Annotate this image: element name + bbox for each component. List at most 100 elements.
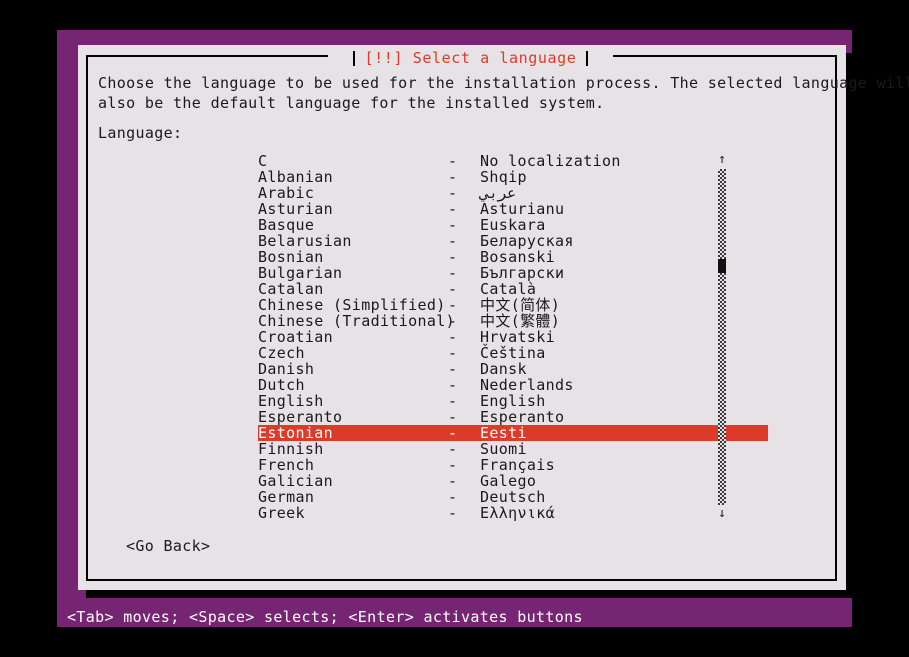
language-list-item[interactable]: C - No localization bbox=[258, 153, 768, 169]
instruction-text: Choose the language to be used for the i… bbox=[98, 74, 909, 112]
select-language-dialog: [!!] Select a language Choose the langua… bbox=[78, 45, 909, 590]
language-list-item[interactable]: German - Deutsch bbox=[258, 489, 768, 505]
language-separator: - bbox=[448, 456, 458, 474]
language-native-name: Български bbox=[480, 264, 565, 282]
language-native-name: English bbox=[480, 392, 546, 410]
language-native-name: Català bbox=[480, 280, 537, 298]
language-native-name: 中文(简体) bbox=[480, 296, 561, 314]
language-list-item[interactable]: Chinese (Simplified) - 中文(简体) bbox=[258, 297, 768, 313]
language-name: Catalan bbox=[258, 280, 324, 298]
dialog-title-bar: [!!] Select a language bbox=[328, 47, 613, 69]
language-separator: - bbox=[448, 360, 458, 378]
language-name: Danish bbox=[258, 360, 315, 378]
language-name: Bulgarian bbox=[258, 264, 343, 282]
language-list-scrollbar[interactable]: ↑ ↓ bbox=[714, 153, 730, 521]
language-list-item[interactable]: French - Français bbox=[258, 457, 768, 473]
language-list-item[interactable]: Dutch - Nederlands bbox=[258, 377, 768, 393]
language-native-name: Shqip bbox=[480, 168, 527, 186]
language-name: Czech bbox=[258, 344, 305, 362]
language-separator: - bbox=[448, 264, 458, 282]
language-native-name: Deutsch bbox=[480, 488, 546, 506]
language-name: C bbox=[258, 152, 268, 170]
language-native-name: Galego bbox=[480, 472, 537, 490]
language-native-name: Esperanto bbox=[480, 408, 565, 426]
language-list-item[interactable]: Catalan - Català bbox=[258, 281, 768, 297]
language-name: English bbox=[258, 392, 324, 410]
language-separator: - bbox=[448, 232, 458, 250]
language-name: Asturian bbox=[258, 200, 334, 218]
language-separator: - bbox=[448, 312, 458, 330]
language-separator: - bbox=[448, 328, 458, 346]
language-list-item[interactable]: Belarusian - Беларуская bbox=[258, 233, 768, 249]
language-separator: - bbox=[448, 280, 458, 298]
language-separator: - bbox=[448, 344, 458, 362]
language-native-name: No localization bbox=[480, 152, 621, 170]
language-native-name: Dansk bbox=[480, 360, 527, 378]
language-name: Chinese (Traditional) bbox=[258, 312, 455, 330]
language-name: Galician bbox=[258, 472, 334, 490]
language-separator: - bbox=[448, 440, 458, 458]
go-back-button[interactable]: <Go Back> bbox=[126, 537, 210, 555]
scrollbar-thumb[interactable] bbox=[718, 259, 726, 274]
language-list[interactable]: C - No localization Albanian - Shqip Arabic - عر… bbox=[258, 153, 768, 521]
language-list-item[interactable]: Danish - Dansk bbox=[258, 361, 768, 377]
language-name: Dutch bbox=[258, 376, 305, 394]
language-separator: - bbox=[448, 184, 458, 202]
language-native-name: Asturianu bbox=[480, 200, 565, 218]
scrollbar-trough[interactable] bbox=[718, 169, 726, 505]
language-list-item[interactable]: Arabic - عربي bbox=[258, 185, 768, 201]
language-name: Belarusian bbox=[258, 232, 352, 250]
language-field-label: Language: bbox=[98, 124, 183, 142]
language-name: Greek bbox=[258, 504, 305, 522]
language-separator: - bbox=[448, 472, 458, 490]
language-list-item[interactable]: Bosnian - Bosanski bbox=[258, 249, 768, 265]
language-separator: - bbox=[448, 248, 458, 266]
language-list-item[interactable]: Asturian - Asturianu bbox=[258, 201, 768, 217]
page-title: [!!] Select a language bbox=[364, 49, 577, 67]
language-separator: - bbox=[448, 296, 458, 314]
language-list-item[interactable]: Bulgarian - Български bbox=[258, 265, 768, 281]
language-name: Croatian bbox=[258, 328, 334, 346]
language-native-name: Ελληνικά bbox=[480, 504, 556, 522]
language-separator: - bbox=[448, 216, 458, 234]
language-name: Bosnian bbox=[258, 248, 324, 266]
language-list-item[interactable]: Croatian - Hrvatski bbox=[258, 329, 768, 345]
language-separator: - bbox=[448, 392, 458, 410]
language-name: Basque bbox=[258, 216, 315, 234]
language-list-item[interactable]: Esperanto - Esperanto bbox=[258, 409, 768, 425]
language-separator: - bbox=[448, 152, 458, 170]
language-native-name: Čeština bbox=[480, 344, 546, 362]
language-list-item[interactable]: English - English bbox=[258, 393, 768, 409]
language-list-item[interactable]: Basque - Euskara bbox=[258, 217, 768, 233]
status-bar: <Tab> moves; <Space> selects; <Enter> ac… bbox=[57, 607, 852, 627]
language-name: Albanian bbox=[258, 168, 334, 186]
language-separator: - bbox=[448, 200, 458, 218]
language-name: German bbox=[258, 488, 315, 506]
language-native-name: 中文(繁體) bbox=[480, 312, 561, 330]
scroll-down-arrow-icon[interactable]: ↓ bbox=[714, 507, 730, 521]
language-separator: - bbox=[448, 408, 458, 426]
language-name: Finnish bbox=[258, 440, 324, 458]
language-native-name: Euskara bbox=[480, 216, 546, 234]
language-list-item[interactable]: Czech - Čeština bbox=[258, 345, 768, 361]
language-native-name: Nederlands bbox=[480, 376, 574, 394]
language-separator: - bbox=[448, 504, 458, 522]
language-native-name: عربي bbox=[480, 184, 517, 202]
language-separator: - bbox=[448, 168, 458, 186]
language-separator: - bbox=[448, 488, 458, 506]
title-tick-right bbox=[586, 50, 589, 66]
language-name: Arabic bbox=[258, 184, 315, 202]
language-list-item[interactable]: Estonian - Eesti bbox=[258, 425, 768, 441]
scroll-up-arrow-icon[interactable]: ↑ bbox=[714, 153, 730, 167]
language-name: Chinese (Simplified) bbox=[258, 296, 446, 314]
language-list-item[interactable]: Chinese (Traditional)- 中文(繁體) bbox=[258, 313, 768, 329]
language-list-item[interactable]: Albanian - Shqip bbox=[258, 169, 768, 185]
language-separator: - bbox=[448, 376, 458, 394]
language-name: French bbox=[258, 456, 315, 474]
language-native-name: Hrvatski bbox=[480, 328, 556, 346]
language-native-name: Eesti bbox=[480, 424, 527, 442]
language-list-item[interactable]: Galician - Galego bbox=[258, 473, 768, 489]
language-list-item[interactable]: Finnish - Suomi bbox=[258, 441, 768, 457]
language-list-item[interactable]: Greek - Ελληνικά bbox=[258, 505, 768, 521]
language-name: Estonian bbox=[258, 424, 334, 442]
